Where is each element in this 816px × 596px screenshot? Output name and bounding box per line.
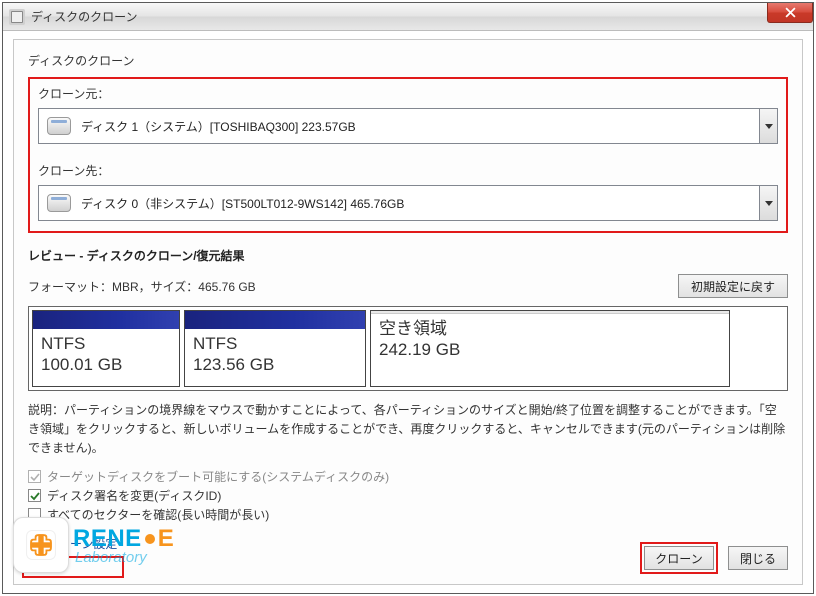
chevron-down-icon: [759, 186, 777, 220]
partition-size: 100.01 GB: [41, 354, 171, 375]
option-bootable: ターゲットディスクをブート可能にする(システムディスクのみ): [28, 468, 788, 485]
window-close-button[interactable]: [767, 3, 813, 23]
page-heading: ディスクのクローン: [28, 52, 788, 69]
highlight-clone-settings: [22, 556, 124, 578]
source-disk-selected: ディスク 1（システム）[TOSHIBAQ300] 223.57GB: [81, 118, 356, 135]
partition-head: [33, 311, 179, 329]
option-signature[interactable]: ディスク署名を変更(ディスクID): [28, 487, 788, 504]
partition-body: 空き領域242.19 GB: [371, 314, 729, 371]
target-label: クローン先：: [38, 162, 778, 179]
close-button[interactable]: 閉じる: [728, 546, 788, 570]
partition-block[interactable]: NTFS123.56 GB: [184, 310, 366, 387]
close-icon: [785, 7, 796, 18]
partition-name: 空き領域: [379, 318, 721, 339]
clone-settings-text: クローン設定: [46, 535, 117, 552]
review-heading: レビュー - ディスクのクローン/復元結果: [28, 247, 788, 264]
partition-head: [185, 311, 365, 329]
partition-name: NTFS: [193, 333, 357, 354]
partition-body: NTFS123.56 GB: [185, 329, 365, 386]
clone-settings-icon: [28, 537, 42, 551]
content-panel: ディスクのクローン クローン元： ディスク 1（システム）[TOSHIBAQ30…: [13, 39, 803, 585]
option-signature-label: ディスク署名を変更(ディスクID): [47, 487, 221, 504]
source-label: クローン元：: [38, 85, 778, 102]
partition-block[interactable]: NTFS100.01 GB: [32, 310, 180, 387]
checkbox-signature[interactable]: [28, 489, 41, 502]
target-disk-combo[interactable]: ディスク 0（非システム）[ST500LT012-9WS142] 465.76G…: [38, 185, 778, 221]
format-row: フォーマット：MBR，サイズ：465.76 GB 初期設定に戻す: [28, 274, 788, 298]
highlight-clone-button: クローン: [640, 542, 718, 574]
target-disk-selected: ディスク 0（非システム）[ST500LT012-9WS142] 465.76G…: [81, 195, 404, 212]
source-disk-combo[interactable]: ディスク 1（システム）[TOSHIBAQ300] 223.57GB: [38, 108, 778, 144]
app-icon: [9, 9, 25, 25]
chevron-down-icon: [759, 109, 777, 143]
source-target-group: クローン元： ディスク 1（システム）[TOSHIBAQ300] 223.57G…: [28, 77, 788, 233]
partition-body: NTFS100.01 GB: [33, 329, 179, 386]
window-frame: ディスクのクローン ディスクのクローン クローン元： ディスク 1（システム）[…: [2, 2, 814, 594]
description-text: 説明：パーティションの境界線をマウスで動かすことによって、各パーティションのサイ…: [28, 401, 788, 459]
disk-icon: [47, 194, 71, 212]
option-bootable-label: ターゲットディスクをブート可能にする(システムディスクのみ): [47, 468, 389, 485]
reset-defaults-button[interactable]: 初期設定に戻す: [678, 274, 788, 298]
option-verify[interactable]: すべてのセクターを確認(長い時間が長い): [28, 506, 788, 523]
disk-icon: [47, 117, 71, 135]
partition-size: 242.19 GB: [379, 339, 721, 360]
window-title: ディスクのクローン: [31, 8, 138, 25]
titlebar[interactable]: ディスクのクローン: [3, 3, 813, 31]
clone-button[interactable]: クローン: [644, 546, 714, 570]
checkbox-bootable: [28, 470, 41, 483]
option-verify-label: すべてのセクターを確認(長い時間が長い): [47, 506, 269, 523]
partition-block[interactable]: 空き領域242.19 GB: [370, 310, 730, 387]
partition-size: 123.56 GB: [193, 354, 357, 375]
footer-buttons: クローン 閉じる: [640, 542, 788, 574]
format-text: フォーマット：MBR，サイズ：465.76 GB: [28, 278, 256, 295]
checkbox-verify[interactable]: [28, 508, 41, 521]
partition-layout[interactable]: NTFS100.01 GBNTFS123.56 GB空き領域242.19 GB: [28, 306, 788, 391]
partition-name: NTFS: [41, 333, 171, 354]
